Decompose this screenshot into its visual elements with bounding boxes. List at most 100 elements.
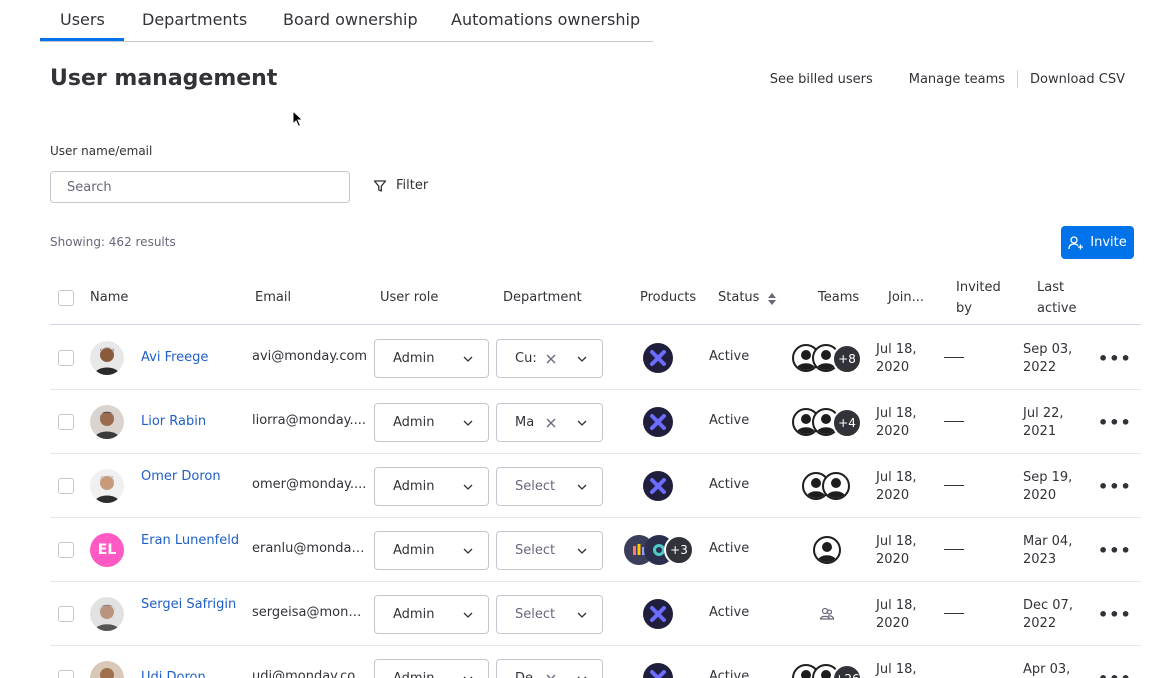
header-divider	[1017, 70, 1019, 88]
sort-icon[interactable]	[767, 292, 777, 306]
joined-date: Jul 18, 2020	[876, 470, 917, 503]
chevron-down-icon	[577, 548, 587, 554]
column-header-last-active[interactable]: Last active	[1037, 277, 1081, 319]
user-email: omer@monday....	[252, 477, 367, 492]
department-dropdown[interactable]: Ma	[496, 403, 603, 442]
user-role-value: Admin	[393, 415, 435, 430]
joined-date: Jul 18,	[876, 662, 917, 677]
more-actions-icon[interactable]: •••	[1098, 669, 1132, 678]
more-actions-icon[interactable]: •••	[1098, 605, 1132, 624]
chevron-down-icon	[577, 420, 587, 426]
row-checkbox[interactable]	[58, 670, 74, 678]
column-header-status[interactable]: Status	[718, 290, 759, 305]
user-name-link[interactable]: Avi Freege	[141, 349, 241, 367]
column-header-teams[interactable]: Teams	[818, 290, 859, 305]
last-active-date: Apr 03,	[1023, 662, 1071, 677]
download-csv-link[interactable]: Download CSV	[1030, 72, 1125, 87]
table-row[interactable]: EL Eran Lunenfeld eranlu@monday.... Admi…	[50, 518, 1141, 582]
more-actions-icon[interactable]: •••	[1098, 349, 1132, 368]
status-text: Active	[709, 477, 750, 492]
teams-more-badge[interactable]: +4	[832, 408, 862, 438]
column-header-products[interactable]: Products	[640, 290, 696, 305]
row-checkbox[interactable]	[58, 542, 74, 558]
search-input[interactable]	[50, 171, 350, 203]
team-placeholder-icon	[819, 607, 835, 620]
last-active-date: Jul 22, 2021	[1023, 406, 1064, 439]
user-role-value: Admin	[393, 671, 453, 678]
department-dropdown[interactable]: Select	[496, 531, 603, 570]
see-billed-users-link[interactable]: See billed users	[770, 72, 873, 87]
invite-button[interactable]: Invite	[1061, 226, 1134, 259]
monday-product-icon	[643, 599, 673, 629]
joined-date: Jul 18, 2020	[876, 534, 917, 567]
table-row[interactable]: Omer Doron omer@monday.... Admin Select …	[50, 454, 1141, 518]
page-title: User management	[50, 66, 278, 91]
department-value: Ma	[515, 415, 535, 430]
user-role-value: Admin	[393, 351, 435, 366]
tab-automations-ownership[interactable]: Automations ownership	[451, 10, 640, 29]
user-role-dropdown[interactable]: Admin	[374, 595, 489, 634]
close-icon[interactable]	[544, 352, 558, 366]
user-role-dropdown[interactable]: Admin	[374, 339, 489, 378]
user-name-link[interactable]: Omer Doron	[141, 468, 241, 486]
avatar	[90, 661, 124, 678]
row-checkbox[interactable]	[58, 414, 74, 430]
column-header-department[interactable]: Department	[503, 290, 582, 305]
close-icon[interactable]	[544, 672, 558, 678]
select-all-checkbox[interactable]	[58, 290, 74, 306]
manage-teams-link[interactable]: Manage teams	[909, 72, 1005, 87]
filter-label: Filter	[396, 178, 429, 193]
column-header-user-role[interactable]: User role	[380, 290, 438, 305]
user-name-link[interactable]: Eran Lunenfeld	[141, 532, 241, 550]
user-role-dropdown[interactable]: Admin	[374, 531, 489, 570]
user-email: avi@monday.com	[252, 349, 368, 364]
chevron-down-icon	[463, 420, 473, 426]
row-checkbox[interactable]	[58, 350, 74, 366]
table-row[interactable]: Avi Freege avi@monday.com Admin Cu: Acti…	[50, 326, 1141, 390]
more-actions-icon[interactable]: •••	[1098, 413, 1132, 432]
chevron-down-icon	[577, 676, 587, 678]
row-checkbox[interactable]	[58, 478, 74, 494]
row-checkbox[interactable]	[58, 606, 74, 622]
invited-by-empty	[944, 549, 964, 550]
teams-more-badge[interactable]: +26	[832, 664, 862, 678]
user-role-value: Admin	[393, 479, 435, 494]
department-dropdown[interactable]: Select	[496, 467, 603, 506]
department-dropdown[interactable]: Select	[496, 595, 603, 634]
search-label: User name/email	[50, 144, 153, 158]
mouse-cursor-icon	[292, 110, 304, 128]
products-more-badge[interactable]: +3	[664, 535, 694, 565]
column-header-name[interactable]: Name	[90, 290, 128, 305]
column-header-email[interactable]: Email	[255, 290, 291, 305]
tab-departments[interactable]: Departments	[142, 10, 247, 29]
user-role-dropdown[interactable]: Admin	[374, 659, 489, 678]
chevron-down-icon	[463, 356, 473, 362]
user-name-link[interactable]: Lior Rabin	[141, 413, 241, 431]
user-name-link[interactable]: Sergei Safrigin	[141, 596, 241, 614]
user-name-link[interactable]: Udi Doron	[141, 669, 241, 678]
user-role-dropdown[interactable]: Admin	[374, 403, 489, 442]
department-value: De	[515, 671, 539, 678]
department-dropdown[interactable]: Cu:	[496, 339, 603, 378]
more-actions-icon[interactable]: •••	[1098, 477, 1132, 496]
table-row[interactable]: Lior Rabin liorra@monday.... Admin Ma Ac…	[50, 390, 1141, 454]
tab-board-ownership[interactable]: Board ownership	[283, 10, 418, 29]
avatar	[90, 597, 124, 631]
column-header-invited-by[interactable]: Invited by	[956, 277, 1006, 319]
table-row[interactable]: Udi Doron udi@monday.co... Admin De Acti…	[50, 646, 1141, 678]
user-email: eranlu@monday....	[252, 541, 368, 556]
table-row[interactable]: Sergei Safrigin sergeisa@mond... Admin S…	[50, 582, 1141, 646]
tab-users[interactable]: Users	[60, 10, 105, 29]
column-header-joined[interactable]: Join...	[888, 290, 924, 305]
close-icon[interactable]	[544, 416, 558, 430]
department-dropdown[interactable]: De	[496, 659, 603, 678]
tab-bar: Users Departments Board ownership Automa…	[40, 0, 653, 42]
joined-date: Jul 18, 2020	[876, 598, 917, 631]
chevron-down-icon	[463, 612, 473, 618]
chevron-down-icon	[577, 484, 587, 490]
invite-label: Invite	[1090, 235, 1127, 250]
filter-button[interactable]: Filter	[373, 178, 428, 193]
more-actions-icon[interactable]: •••	[1098, 541, 1132, 560]
teams-more-badge[interactable]: +8	[832, 344, 862, 374]
user-role-dropdown[interactable]: Admin	[374, 467, 489, 506]
